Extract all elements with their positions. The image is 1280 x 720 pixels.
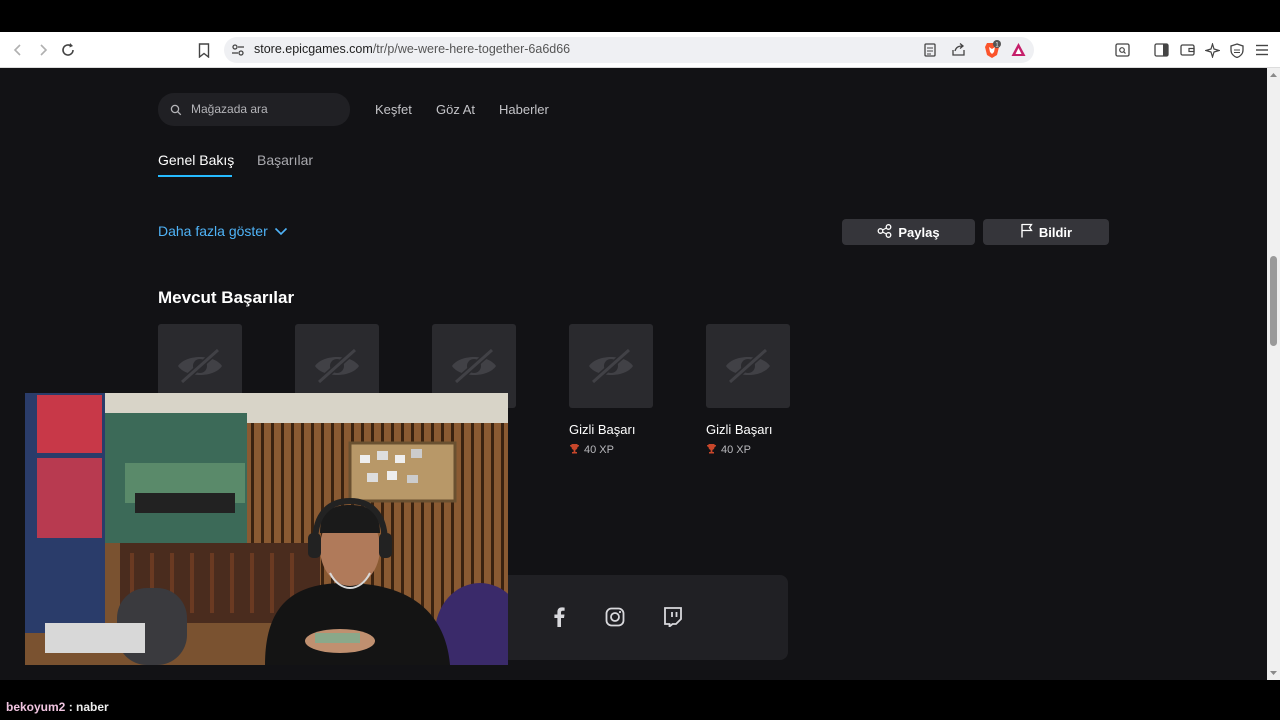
nav-browse[interactable]: Göz At [436, 102, 475, 117]
hidden-eye-icon [589, 347, 633, 385]
report-label: Bildir [1038, 224, 1073, 240]
search-icon [170, 103, 182, 121]
xp-value: 40 XP [721, 444, 751, 456]
vpn-shield-icon[interactable] [1228, 41, 1246, 59]
achievements-heading: Mevcut Başarılar [158, 288, 295, 307]
chat-line: bekoyum2 : naber [6, 700, 109, 714]
back-icon[interactable] [8, 40, 28, 60]
menu-icon[interactable] [1253, 41, 1271, 59]
hidden-eye-icon [178, 347, 222, 385]
wall-art-top [37, 395, 102, 453]
chat-username: bekoyum2 [6, 700, 66, 714]
share-icon [877, 223, 892, 241]
share-button[interactable]: Paylaş [842, 219, 975, 245]
hidden-eye-icon [452, 347, 496, 385]
forward-icon[interactable] [33, 40, 53, 60]
url-domain: store.epicgames.com [254, 42, 373, 56]
instagram-icon[interactable] [603, 605, 627, 629]
hidden-eye-icon [315, 347, 359, 385]
bookmark-icon[interactable] [194, 40, 214, 60]
nav-discover[interactable]: Keşfet [375, 102, 412, 117]
webcam-overlay [25, 393, 508, 665]
show-more-label: Daha fazla göster [158, 223, 268, 239]
flag-icon [1020, 223, 1033, 241]
achievement-xp: 40 XP [569, 443, 614, 457]
achievement-card[interactable] [706, 324, 790, 408]
site-settings-icon[interactable] [231, 43, 245, 62]
social-footer [470, 575, 788, 660]
browser-toolbar: store.epicgames.com/tr/p/we-were-here-to… [0, 32, 1280, 68]
url-path: /tr/p/we-were-here-together-6a6d66 [372, 42, 571, 56]
facebook-icon[interactable] [547, 605, 571, 629]
wallet-icon[interactable] [1178, 41, 1196, 59]
share-label: Paylaş [898, 224, 940, 240]
trophy-icon [706, 443, 717, 457]
scroll-down-icon[interactable] [1267, 668, 1280, 678]
tab-overview[interactable]: Genel Bakış [158, 152, 234, 168]
search-input[interactable]: Mağazada ara [191, 102, 268, 116]
chat-separator: : [65, 700, 77, 714]
reader-mode-icon[interactable] [924, 43, 936, 62]
page-scrollbar[interactable] [1267, 68, 1280, 680]
chat-message: naber [76, 700, 109, 714]
leo-ai-icon[interactable] [1203, 41, 1221, 59]
stream-frame: store.epicgames.com/tr/p/we-were-here-to… [0, 0, 1280, 720]
brave-shields-icon[interactable]: 1 [982, 40, 1002, 65]
share-page-icon[interactable] [951, 42, 966, 62]
achievement-xp: 40 XP [706, 443, 751, 457]
store-search[interactable]: Mağazada ara [158, 93, 350, 126]
reload-icon[interactable] [58, 40, 78, 60]
achievement-name: Gizli Başarı [569, 422, 636, 437]
scroll-thumb[interactable] [1270, 256, 1277, 346]
webcam-video [25, 393, 508, 665]
tab-search-icon[interactable] [1113, 41, 1131, 59]
report-button[interactable]: Bildir [983, 219, 1109, 245]
wall-art-bottom [37, 458, 102, 538]
achievement-card[interactable] [569, 324, 653, 408]
address-bar[interactable]: store.epicgames.com/tr/p/we-were-here-to… [224, 37, 1034, 63]
url-text: store.epicgames.com/tr/p/we-were-here-to… [254, 42, 570, 56]
hidden-eye-icon [726, 347, 770, 385]
sidebar-toggle-icon[interactable] [1152, 41, 1170, 59]
chevron-down-icon [274, 223, 288, 239]
show-more-link[interactable]: Daha fazla göster [158, 223, 288, 239]
cork-board [348, 441, 457, 503]
twitch-icon[interactable] [660, 605, 684, 629]
brave-rewards-icon[interactable] [1010, 41, 1027, 63]
achievement-name: Gizli Başarı [706, 422, 773, 437]
nav-news[interactable]: Haberler [499, 102, 549, 117]
active-tab-indicator [158, 175, 232, 177]
scroll-up-icon[interactable] [1267, 70, 1280, 80]
xp-value: 40 XP [584, 444, 614, 456]
trophy-icon [569, 443, 580, 457]
tab-achievements[interactable]: Başarılar [257, 152, 313, 168]
